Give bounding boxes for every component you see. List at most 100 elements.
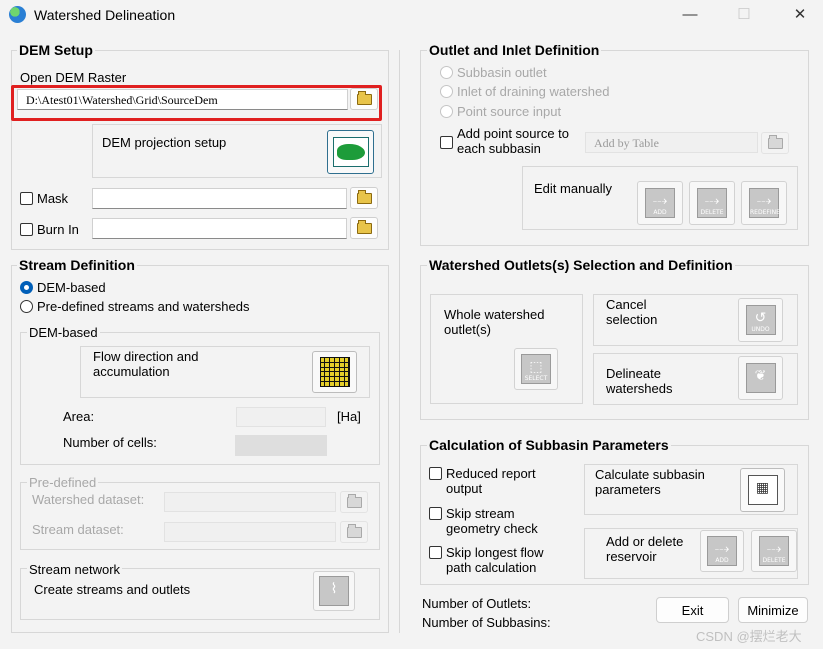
- add-reservoir-icon: ⤏ ADD: [707, 536, 737, 566]
- maximize-window-button[interactable]: ☐: [724, 0, 764, 30]
- area-label: Area:: [63, 409, 95, 424]
- burn-in-field[interactable]: [92, 218, 347, 239]
- watershed-icon: ❦: [745, 363, 776, 393]
- reservoir-label: Add or delete reservoir: [606, 534, 684, 564]
- watershed-dataset-browse-button[interactable]: [340, 491, 368, 513]
- globe-icon: [9, 6, 26, 23]
- skip-stream-checkbox[interactable]: [429, 507, 442, 520]
- burn-in-label: Burn In: [37, 222, 79, 237]
- flow-label: Flow direction and accumulation: [93, 349, 199, 379]
- watershed-dataset-label: Watershed dataset:: [32, 492, 145, 507]
- raster-grid-icon: [319, 357, 350, 387]
- map-icon: [332, 137, 369, 167]
- reduced-report-label: Reduced report output: [446, 466, 536, 496]
- delete-outlet-button[interactable]: ⤏ DELETE: [689, 181, 735, 225]
- create-streams-button[interactable]: ⌇: [313, 571, 355, 611]
- open-dem-label: Open DEM Raster: [20, 70, 127, 85]
- calc-label: Calculate subbasin parameters: [595, 467, 705, 497]
- outlet-inlet-title: Outlet and Inlet Definition: [427, 42, 602, 58]
- predefined-radio-label: Pre-defined streams and watersheds: [37, 299, 250, 314]
- area-unit: [Ha]: [337, 409, 361, 424]
- delete-reservoir-button[interactable]: ⤏ DELETE: [751, 530, 797, 572]
- params-title: Calculation of Subbasin Parameters: [427, 437, 671, 453]
- delete-point-icon: ⤏ DELETE: [697, 188, 727, 218]
- folder-icon: [356, 90, 372, 105]
- dem-setup-title: DEM Setup: [17, 42, 95, 58]
- folder-icon: [346, 523, 362, 538]
- exit-button[interactable]: Exit: [656, 597, 729, 623]
- add-point-source-label: Add point source to each subbasin: [457, 126, 570, 156]
- delineate-button[interactable]: ❦: [738, 356, 783, 400]
- report-icon: ▦: [747, 475, 778, 505]
- subbasin-outlet-radio[interactable]: [440, 66, 453, 79]
- point-source-radio[interactable]: [440, 105, 453, 118]
- redefine-point-icon: ⤏ REDEFINE: [749, 188, 780, 218]
- cancel-selection-button[interactable]: ↺ UNDO: [738, 298, 783, 342]
- stream-dataset-field[interactable]: [164, 522, 336, 542]
- mask-label: Mask: [37, 191, 69, 206]
- minimize-window-button[interactable]: —: [670, 0, 710, 30]
- inlet-radio[interactable]: [440, 85, 453, 98]
- area-field[interactable]: [236, 407, 326, 427]
- add-point-source-checkbox[interactable]: [440, 136, 453, 149]
- folder-icon: [356, 219, 372, 234]
- vertical-divider: [399, 50, 400, 633]
- create-streams-label: Create streams and outlets: [34, 582, 191, 597]
- dem-based-group-title: DEM-based: [27, 325, 100, 340]
- close-window-button[interactable]: ✕: [780, 0, 820, 30]
- watershed-dataset-field[interactable]: [164, 492, 336, 512]
- reduced-report-checkbox[interactable]: [429, 467, 442, 480]
- stream-dataset-browse-button[interactable]: [340, 521, 368, 543]
- calculate-parameters-button[interactable]: ▦: [740, 468, 785, 512]
- subbasins-count-label: Number of Subbasins:: [422, 615, 551, 630]
- add-outlet-button[interactable]: ⤏ ADD: [637, 181, 683, 225]
- folder-icon: [356, 189, 372, 204]
- window-title: Watershed Delineation: [34, 7, 176, 23]
- stream-network-title: Stream network: [27, 562, 123, 577]
- mask-field[interactable]: [92, 188, 347, 209]
- inlet-label: Inlet of draining watershed: [457, 84, 610, 99]
- skip-longest-checkbox[interactable]: [429, 546, 442, 559]
- delineate-label: Delineate watersheds: [606, 366, 673, 396]
- select-outlets-button[interactable]: ⬚ SELECT: [514, 348, 558, 390]
- add-by-table-browse-button[interactable]: [761, 132, 789, 154]
- minimize-button[interactable]: Minimize: [738, 597, 808, 623]
- watermark: CSDN @摆烂老大: [696, 629, 802, 644]
- add-reservoir-button[interactable]: ⤏ ADD: [700, 530, 744, 572]
- predefined-radio[interactable]: [20, 300, 33, 313]
- redefine-outlet-button[interactable]: ⤏ REDEFINE: [741, 181, 787, 225]
- outlets-count-label: Number of Outlets:: [422, 596, 532, 611]
- mask-browse-button[interactable]: [350, 187, 378, 209]
- folder-icon: [346, 493, 362, 508]
- skip-stream-label: Skip stream geometry check: [446, 506, 538, 536]
- dem-path-field[interactable]: D:\Atest01\Watershed\Grid\SourceDem: [17, 89, 348, 110]
- folder-icon: [767, 134, 783, 149]
- projection-label: DEM projection setup: [102, 135, 227, 150]
- burn-in-browse-button[interactable]: [350, 217, 378, 239]
- add-point-icon: ⤏ ADD: [645, 188, 675, 218]
- whole-watershed-label: Whole watershed outlet(s): [444, 307, 545, 337]
- undo-icon: ↺ UNDO: [745, 305, 776, 335]
- dem-projection-button[interactable]: [327, 130, 374, 174]
- subbasin-outlet-label: Subbasin outlet: [457, 65, 547, 80]
- flow-direction-button[interactable]: [312, 351, 357, 393]
- predefined-group-title: Pre-defined: [27, 475, 99, 490]
- mask-checkbox[interactable]: [20, 192, 33, 205]
- stream-network-icon: ⌇: [319, 576, 349, 606]
- point-source-label: Point source input: [457, 104, 562, 119]
- add-by-table-field[interactable]: Add by Table: [585, 132, 758, 153]
- cancel-selection-label: Cancel selection: [606, 297, 658, 327]
- dem-browse-button[interactable]: [350, 88, 378, 110]
- cells-field[interactable]: [235, 435, 327, 456]
- select-icon: ⬚ SELECT: [521, 354, 551, 384]
- dem-based-radio[interactable]: [20, 281, 33, 294]
- stream-definition-title: Stream Definition: [17, 257, 137, 273]
- selection-title: Watershed Outlets(s) Selection and Defin…: [427, 257, 735, 273]
- stream-dataset-label: Stream dataset:: [32, 522, 124, 537]
- delete-reservoir-icon: ⤏ DELETE: [759, 536, 789, 566]
- cells-label: Number of cells:: [63, 435, 157, 450]
- dem-based-radio-label: DEM-based: [37, 280, 106, 295]
- burn-in-checkbox[interactable]: [20, 223, 33, 236]
- skip-longest-label: Skip longest flow path calculation: [446, 545, 544, 575]
- edit-manually-label: Edit manually: [534, 181, 613, 196]
